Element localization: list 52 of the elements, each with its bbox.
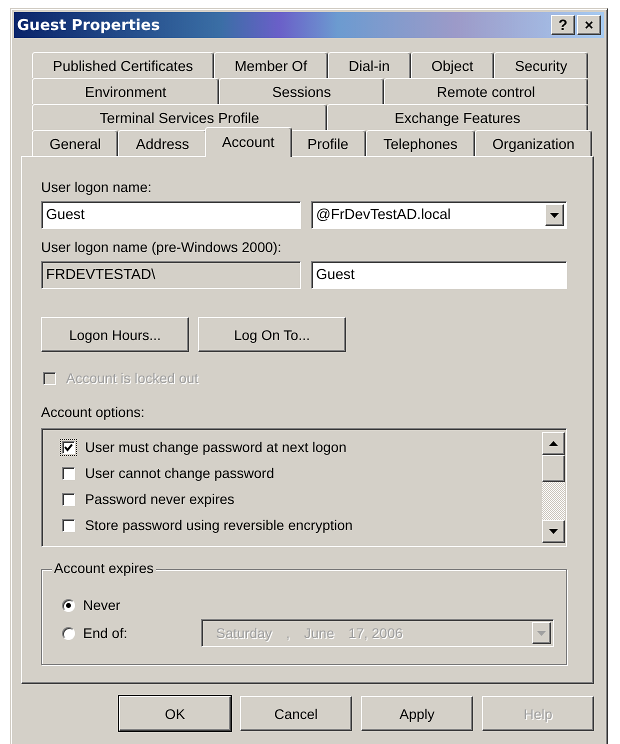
tab[interactable]: Published Certificates [32,52,214,78]
scrollbar-thumb[interactable] [542,455,565,482]
dropdown-arrow-icon [550,212,559,218]
scroll-up-icon[interactable] [549,441,558,446]
checkmark-icon [64,442,73,452]
tab[interactable]: Account [204,127,292,157]
checkbox-label[interactable]: User must change password at next logon [85,439,346,455]
tab[interactable]: General [32,130,118,156]
checkbox-label[interactable]: Store password using reversible encryption [85,517,353,533]
tab[interactable]: Member Of [214,52,328,78]
push-button[interactable]: Log On To... [198,317,346,352]
tab[interactable]: Security [494,52,588,78]
field-label: User logon name: [41,179,153,195]
radio-button[interactable] [62,598,75,612]
help-button[interactable]: ? [551,15,575,35]
checkbox-label[interactable]: Password never expires [85,491,234,507]
field-label: User logon name (pre-Windows 2000): [41,239,282,255]
readonly-field: FRDEVTESTAD\ [41,261,301,289]
dialog-button[interactable]: OK [119,696,231,731]
dropdown-arrow-icon [537,630,546,636]
checkbox-label[interactable]: User cannot change password [85,465,274,481]
radio-label[interactable]: Never [83,597,193,613]
radio-label[interactable]: End of: [83,625,193,641]
input-field[interactable]: Guest [41,201,301,229]
tab[interactable]: Profile [290,130,366,156]
checkbox[interactable] [60,464,77,482]
tab[interactable]: Environment [32,78,220,104]
checkbox[interactable] [60,438,77,456]
date-part: , [286,625,290,641]
tab[interactable]: Object [410,52,494,78]
push-button[interactable]: Logon Hours... [41,317,189,352]
window-title: Guest Properties [17,16,160,34]
tab[interactable]: Telephones [366,130,475,156]
tab[interactable]: Dial-in [328,52,411,78]
radio-button[interactable] [62,626,75,640]
scroll-down-icon[interactable] [549,529,558,534]
group-title: Account expires [52,560,156,576]
tab[interactable]: Terminal Services Profile [32,104,327,130]
checkbox[interactable] [60,490,77,508]
tab[interactable]: Address [118,130,207,156]
section-label: Account options: [41,404,146,420]
dialog-button[interactable]: Apply [361,696,473,731]
checkbox[interactable] [60,516,77,534]
tab[interactable]: Remote control [384,78,588,104]
domain-dropdown[interactable]: @FrDevTestAD.local [311,201,567,229]
input-field[interactable]: Guest [311,261,567,289]
tab[interactable]: Exchange Features [326,104,588,130]
tab[interactable]: Organization [474,130,592,156]
scrollbar[interactable] [542,432,565,543]
tab[interactable]: Sessions [219,78,384,104]
dialog-button[interactable]: Cancel [240,696,352,731]
close-button[interactable]: × [577,15,601,35]
